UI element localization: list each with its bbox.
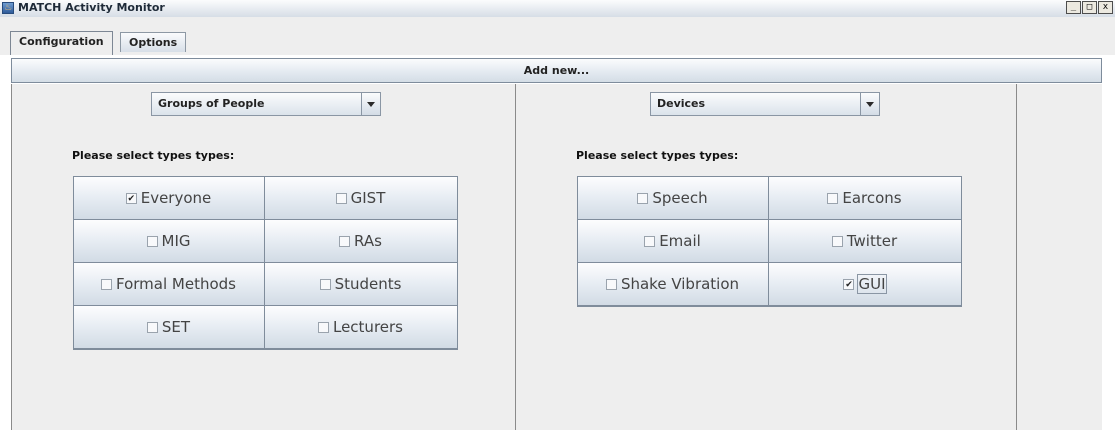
- option-label: MIG: [161, 232, 191, 250]
- option-twitter[interactable]: Twitter: [769, 220, 961, 263]
- checkbox-icon[interactable]: [605, 278, 617, 290]
- checkbox-icon[interactable]: [146, 235, 158, 247]
- option-label: RAs: [354, 232, 382, 250]
- option-label: Speech: [652, 189, 708, 207]
- option-lecturers[interactable]: Lecturers: [265, 306, 457, 349]
- option-mig[interactable]: MIG: [74, 220, 265, 263]
- window-title: MATCH Activity Monitor: [18, 1, 165, 14]
- checkbox-icon[interactable]: [339, 235, 351, 247]
- checkbox-icon[interactable]: [146, 321, 158, 333]
- devices-dropdown[interactable]: Devices: [650, 92, 880, 116]
- option-ras[interactable]: RAs: [265, 220, 457, 263]
- checkbox-icon[interactable]: [831, 235, 843, 247]
- option-speech[interactable]: Speech: [578, 177, 769, 220]
- option-label: Email: [659, 232, 701, 250]
- add-new-button[interactable]: Add new...: [11, 58, 1102, 83]
- option-gui[interactable]: GUI: [769, 263, 961, 306]
- title-bar: ♨ MATCH Activity Monitor _ □ x: [0, 0, 1115, 18]
- groups-dropdown-value: Groups of People: [158, 97, 265, 110]
- option-earcons[interactable]: Earcons: [769, 177, 961, 220]
- devices-checkbox-grid: Speech Earcons Email Twitter Shake Vibra…: [577, 176, 962, 307]
- chevron-down-icon[interactable]: [860, 93, 879, 115]
- checkbox-icon[interactable]: [827, 192, 839, 204]
- groups-dropdown[interactable]: Groups of People: [151, 92, 381, 116]
- option-label: Everyone: [140, 189, 212, 207]
- groups-prompt: Please select types types:: [72, 149, 235, 162]
- checkbox-checked-icon[interactable]: [125, 192, 137, 204]
- java-cup-icon: ♨: [2, 2, 14, 14]
- configuration-panel: Groups of People Please select types typ…: [11, 84, 1102, 430]
- option-students[interactable]: Students: [265, 263, 457, 306]
- option-label: Students: [334, 275, 402, 293]
- option-set[interactable]: SET: [74, 306, 265, 349]
- option-label: Earcons: [842, 189, 902, 207]
- option-everyone[interactable]: Everyone: [74, 177, 265, 220]
- option-shake-vibration[interactable]: Shake Vibration: [578, 263, 769, 306]
- maximize-icon[interactable]: □: [1082, 1, 1097, 14]
- option-gist[interactable]: GIST: [265, 177, 457, 220]
- chevron-down-icon[interactable]: [361, 93, 380, 115]
- checkbox-icon[interactable]: [101, 278, 112, 290]
- option-label: Shake Vibration: [620, 275, 740, 293]
- window-controls: _ □ x: [1066, 1, 1113, 15]
- panel-divider: [1016, 84, 1017, 430]
- option-label: Formal Methods: [116, 275, 236, 293]
- checkbox-icon[interactable]: [317, 321, 329, 333]
- option-label: GIST: [350, 189, 386, 207]
- panel-divider: [515, 84, 516, 430]
- devices-prompt: Please select types types:: [576, 149, 739, 162]
- checkbox-checked-icon[interactable]: [843, 278, 855, 290]
- checkbox-icon[interactable]: [637, 192, 649, 204]
- option-label: SET: [161, 318, 191, 336]
- option-label: Lecturers: [332, 318, 403, 336]
- minimize-icon[interactable]: _: [1066, 1, 1081, 14]
- tab-options[interactable]: Options: [120, 32, 187, 52]
- option-label: Twitter: [846, 232, 898, 250]
- option-email[interactable]: Email: [578, 220, 769, 263]
- checkbox-icon[interactable]: [319, 278, 331, 290]
- devices-dropdown-value: Devices: [657, 97, 706, 110]
- tab-configuration[interactable]: Configuration: [10, 31, 113, 55]
- close-icon[interactable]: x: [1098, 1, 1113, 14]
- option-formal-methods[interactable]: Formal Methods: [74, 263, 265, 306]
- tab-bar: Configuration Options: [0, 17, 1115, 55]
- option-label: GUI: [857, 274, 887, 294]
- checkbox-icon[interactable]: [335, 192, 347, 204]
- checkbox-icon[interactable]: [644, 235, 656, 247]
- groups-checkbox-grid: Everyone GIST MIG RAs Formal Methods Stu…: [73, 176, 458, 350]
